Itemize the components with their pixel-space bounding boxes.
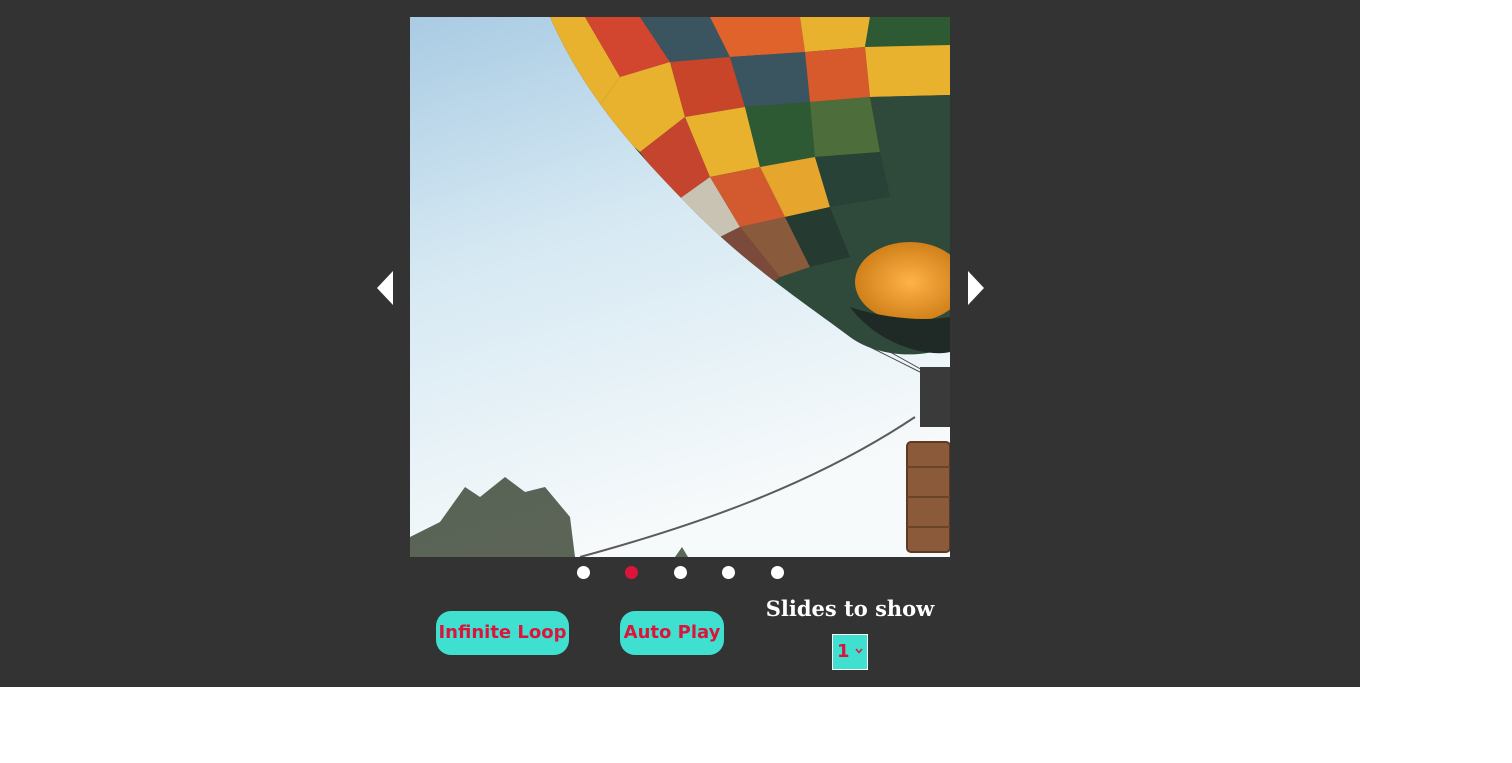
infinite-loop-button[interactable]: Infinite Loop [436,611,569,655]
next-slide-button[interactable] [964,268,988,308]
slides-to-show-label: Slides to show [765,596,935,621]
carousel-dot-1[interactable] [577,566,590,579]
auto-play-button[interactable]: Auto Play [620,611,724,655]
carousel-dot-4[interactable] [722,566,735,579]
previous-slide-button[interactable] [374,268,398,308]
carousel-dot-5[interactable] [771,566,784,579]
caret-right-icon [968,271,984,305]
slides-to-show-select[interactable]: 1 [832,634,868,670]
carousel-stage: Infinite Loop Auto Play Slides to show 1 [0,0,1360,687]
carousel-dot-3[interactable] [674,566,687,579]
slides-to-show-value: 1 [837,641,850,662]
carousel-dot-2[interactable] [625,566,638,579]
chevron-down-icon [855,648,863,654]
carousel-slide-image [410,17,950,557]
caret-left-icon [377,271,393,305]
